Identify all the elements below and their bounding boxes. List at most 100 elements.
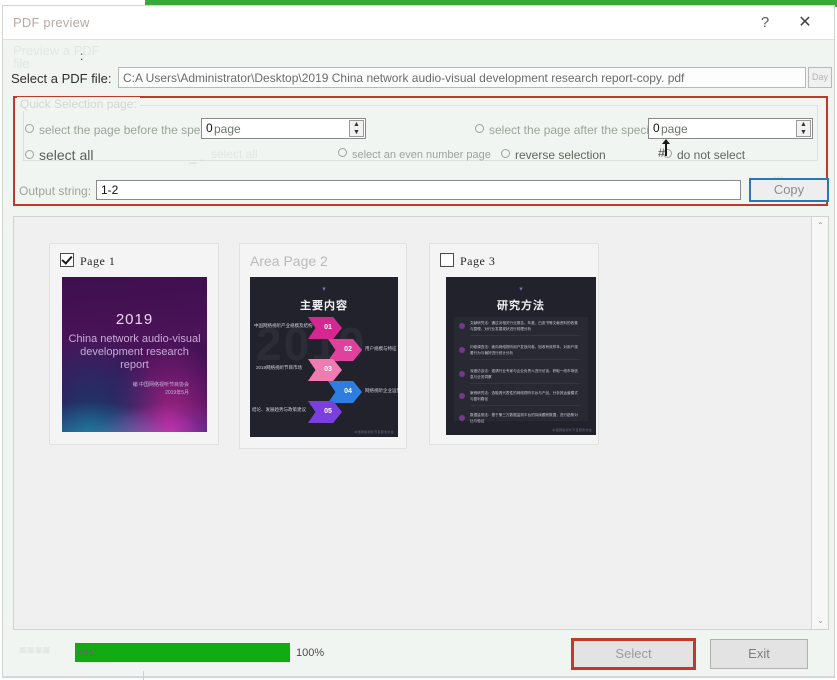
page-3-preview-image[interactable]: ▾ 研究方法 文献研究法：通过对相关行业报告、年鉴、白皮书等文献资料的收集与整理… (446, 277, 596, 435)
bullet-5: 数据监测法：基于第三方数据监测平台的持续跟踪数据，进行趋势对比与验证 (470, 413, 578, 423)
bullet-dot-icon (459, 371, 465, 377)
radio-label: do not select (677, 148, 746, 162)
slide-footer: 中国网络视听节目服务协会 (552, 428, 592, 432)
scroll-down-icon[interactable]: ⌄ (813, 613, 828, 628)
select-button[interactable]: Select (571, 638, 696, 670)
bottom-divider (3, 676, 834, 677)
radio-label: reverse selection (515, 148, 606, 162)
quick-selection-legend: Quick Selection page: (17, 97, 140, 111)
progress-bar-fill (76, 644, 289, 661)
page-3-checkbox[interactable] (440, 253, 454, 267)
thumbnail-card-page-1[interactable]: Page 1 2019 China network audio-visual d… (49, 243, 219, 445)
page-title: PDF preview (13, 15, 90, 30)
close-icon[interactable]: ✕ (792, 11, 818, 35)
spin-down-icon[interactable]: ▼ (350, 129, 363, 136)
progress-percent: 100% (296, 647, 325, 659)
page-2-label: Area Page 2 (250, 253, 328, 269)
radio-do-not-select[interactable]: do not select (663, 148, 745, 162)
hash-marker: # (658, 146, 665, 160)
page-before-spinner[interactable]: 0 page ▲ ▼ (201, 118, 366, 139)
copy-button[interactable]: Copy (749, 178, 829, 202)
page-after-value: 0 (653, 121, 660, 135)
page-before-suffix: page (214, 122, 241, 136)
progress-label: ess: (77, 647, 98, 659)
page-after-spinner[interactable]: 0 page ▲ ▼ (648, 118, 813, 139)
select-pdf-file-label: Select a PDF file: (11, 71, 112, 86)
cover-title: China network audio-visual development r… (68, 333, 201, 371)
radio-dot-icon (475, 124, 484, 133)
spin-down-icon[interactable]: ▼ (797, 129, 810, 136)
radio-label: select the page after the specified (489, 123, 669, 137)
thumbnail-header: Area Page 2 (250, 253, 328, 269)
radio-label: select all (39, 147, 94, 163)
radio-label: select an even number page (352, 149, 491, 161)
page-after-suffix: page (661, 122, 688, 136)
radio-select-page-before[interactable]: select the page before the specified (25, 123, 228, 137)
step-2-right-label: 用户规模与特征 网络视听发展方向 (365, 346, 398, 351)
slide-tick-icon: ▾ (519, 286, 523, 293)
cover-wave-decoration (62, 384, 207, 432)
slide-heading: 主要内容 (300, 300, 348, 312)
slide-art: ▾ 2019 主要内容 中国网络视听产业规模及结构 01 02 用户规模与特征 … (250, 277, 398, 437)
spin-up-icon[interactable]: ▲ (797, 121, 810, 128)
step-5-arrow: 05 (308, 401, 342, 423)
radio-reverse-selection[interactable]: reverse selection (501, 148, 606, 162)
exit-button[interactable]: Exit (710, 639, 808, 669)
bullet-dot-icon (459, 393, 465, 399)
thumbnail-header: Page 3 (440, 253, 495, 269)
radio-dot-icon (338, 148, 347, 157)
radio-dot-icon (501, 149, 510, 158)
thumbnail-header: Page 1 (60, 253, 115, 269)
page-2-preview-image[interactable]: ▾ 2019 主要内容 中国网络视听产业规模及结构 01 02 用户规模与特征 … (250, 277, 398, 437)
step-3-left-label: 2019网络视听节目市场 (256, 365, 303, 370)
step-5-left-label: 结论、发展趋势与政策建议 (252, 407, 306, 412)
thumbnail-card-page-3[interactable]: Page 3 ▾ 研究方法 文献研究法：通过对相关行业报告、年鉴、白皮书等文献资… (429, 243, 599, 445)
bullet-dot-icon (459, 415, 465, 421)
scroll-up-icon[interactable]: ⌃ (813, 218, 828, 233)
bullet-2: 问卷调查法：面向网络视听用户发放问卷，回收有效样本，对用户观看行为与偏好进行统计… (470, 345, 580, 360)
taskbar-notch (143, 671, 144, 680)
bullet-3: 深度访谈法：邀请行业专家与企业负责人进行访谈，获取一线市场信息与业务洞察 (470, 369, 580, 384)
progress-bar (75, 643, 290, 662)
mouse-cursor-pointer (665, 142, 667, 156)
spin-up-icon[interactable]: ▲ (350, 121, 363, 128)
page-1-label: Page 1 (80, 254, 116, 268)
cover-art: 2019 China network audio-visual developm… (62, 277, 207, 432)
output-string-label: Output string: (19, 184, 92, 198)
cover-year: 2019 (115, 311, 154, 328)
slide-heading: 研究方法 (497, 300, 545, 312)
slide-tick-icon: ▾ (322, 286, 326, 293)
browse-file-button[interactable]: Day (808, 67, 832, 88)
step-4-right-label: 网络视听企业运营与代表性案例 (365, 388, 398, 393)
bullet-dot-icon (459, 323, 465, 329)
thumbnail-scrollbar[interactable]: ⌃ ⌄ (811, 217, 828, 629)
watermark-progress: ■■■■ . (19, 642, 58, 657)
page-1-preview-image[interactable]: 2019 China network audio-visual developm… (62, 277, 207, 432)
pdf-file-path-input[interactable] (118, 67, 806, 88)
radio-select-even-pages[interactable]: select an even number page (338, 148, 491, 161)
page-1-checkbox[interactable] (60, 253, 74, 267)
step-1-left-label: 中国网络视听产业规模及结构 (254, 323, 313, 328)
bullet-1: 文献研究法：通过对相关行业报告、年鉴、白皮书等文献资料的收集与整理，对行业发展现… (470, 321, 580, 336)
output-string-input[interactable] (96, 180, 741, 200)
watermark-colon: : (80, 49, 84, 63)
radio-select-all[interactable]: select all (25, 147, 93, 163)
bullet-dot-icon (459, 347, 465, 353)
page-after-spin-arrows[interactable]: ▲ ▼ (796, 120, 811, 137)
radio-dot-icon (25, 150, 34, 159)
page-before-value: 0 (206, 121, 213, 135)
radio-dot-icon (25, 124, 34, 133)
radio-select-page-after[interactable]: select the page after the specified (475, 123, 668, 137)
watermark-preview-a-pdf-file: Preview a PDF file (13, 43, 100, 71)
slide-art: ▾ 研究方法 文献研究法：通过对相关行业报告、年鉴、白皮书等文献资料的收集与整理… (446, 277, 596, 435)
page-3-label: Page 3 (460, 254, 496, 268)
bullet-4: 案例研究法：选取具代表性的网络视听平台与产品，分析其运营模式与盈利路径 (470, 391, 580, 406)
thumbnail-card-page-2[interactable]: Area Page 2 ▾ 2019 主要内容 中国网络视听产业规模及结构 01… (239, 243, 407, 449)
help-icon[interactable]: ? (752, 12, 778, 34)
step-4-arrow: 04 (328, 381, 362, 403)
page-before-spin-arrows[interactable]: ▲ ▼ (349, 120, 364, 137)
slide-footer: 中国网络视听节目服务协会 (354, 430, 394, 434)
slide-bullet-box: 文献研究法：通过对相关行业报告、年鉴、白皮书等文献资料的收集与整理，对行业发展现… (454, 317, 588, 423)
page-thumbnail-panel: Page 1 2019 China network audio-visual d… (13, 216, 829, 630)
title-bar: PDF preview ? ✕ (3, 6, 834, 40)
